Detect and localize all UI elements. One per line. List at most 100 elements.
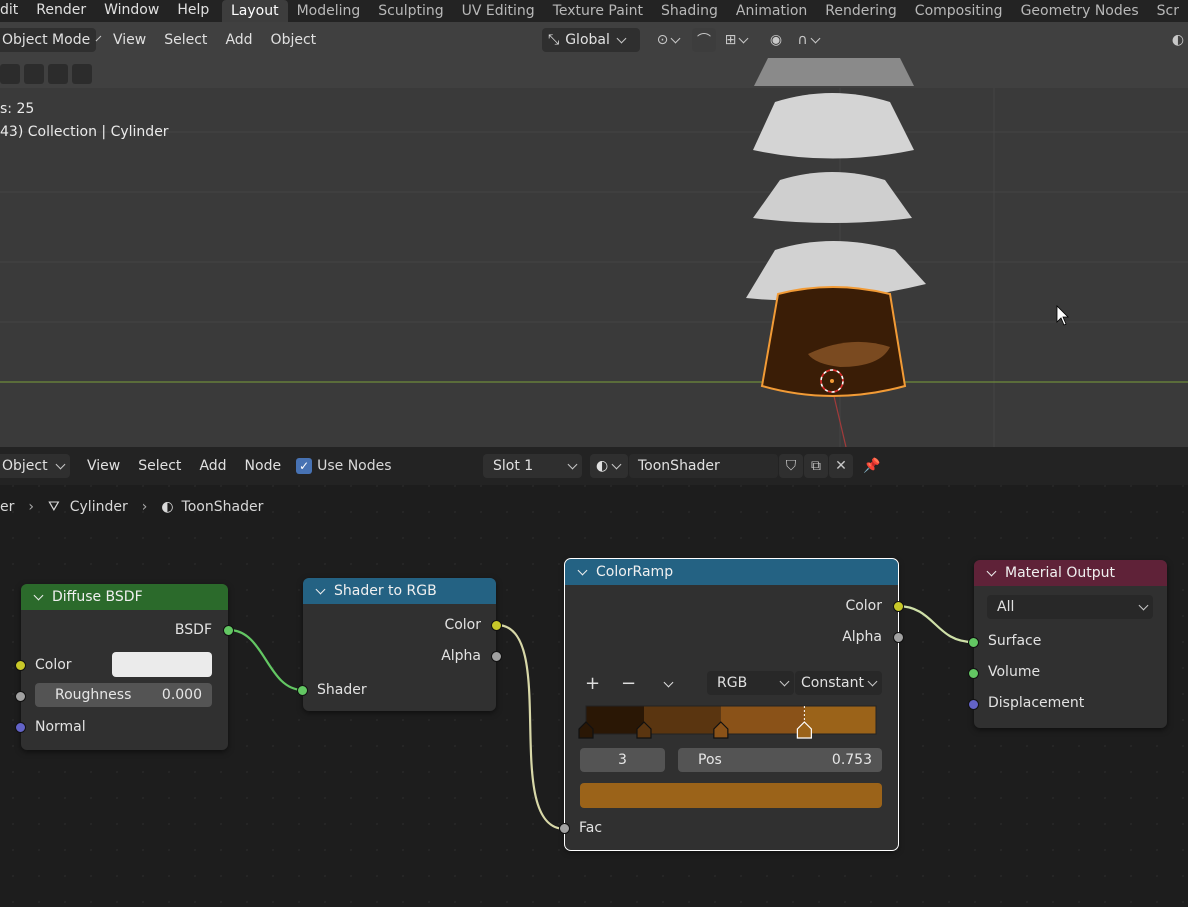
ramp-color-output-label: Color: [845, 598, 882, 614]
snap-toggle-icon[interactable]: ⌒: [692, 28, 716, 52]
menu-window[interactable]: Window: [95, 0, 168, 22]
viewport-info-frame: s: 25: [0, 101, 35, 117]
material-output-header[interactable]: Material Output: [974, 560, 1167, 586]
overlay-icon[interactable]: ◐: [1168, 28, 1188, 52]
tab-uv-editing[interactable]: UV Editing: [453, 0, 544, 22]
active-stop-color-swatch[interactable]: [580, 783, 882, 808]
3d-viewport[interactable]: Object Mode View Select Add Object ⤡ Glo…: [0, 22, 1188, 447]
viewport-header: Object Mode View Select Add Object ⤡ Glo…: [0, 22, 1188, 58]
surface-input-label: Surface: [988, 633, 1042, 649]
select-new-icon[interactable]: [0, 64, 20, 84]
tab-texture-paint[interactable]: Texture Paint: [544, 0, 652, 22]
snap-target-icon[interactable]: ⊞: [718, 28, 754, 52]
color-mode-dropdown[interactable]: RGB: [707, 671, 794, 695]
ramp-alpha-output-socket[interactable]: [893, 632, 904, 643]
roughness-field[interactable]: Roughness 0.000: [35, 683, 212, 707]
normal-input-socket[interactable]: [15, 722, 26, 733]
tab-scripting[interactable]: Scr: [1148, 0, 1188, 22]
volume-input-socket[interactable]: [968, 668, 979, 679]
ramp-band: [644, 706, 721, 734]
tab-modeling[interactable]: Modeling: [288, 0, 370, 22]
diffuse-bsdf-node[interactable]: Diffuse BSDF BSDF Color Roughness 0.000 …: [15, 584, 234, 750]
color-output-socket[interactable]: [491, 620, 502, 631]
colorramp-title: ColorRamp: [596, 564, 674, 580]
color-output-label: Color: [444, 617, 481, 633]
alpha-output-label: Alpha: [441, 648, 481, 664]
chevron-down-icon: [867, 676, 878, 686]
viewport-menu-view[interactable]: View: [104, 32, 155, 48]
tab-animation[interactable]: Animation: [727, 0, 816, 22]
ramp-alpha-output-label: Alpha: [842, 629, 882, 645]
roughness-value: 0.000: [161, 687, 202, 703]
viewport-scene: [0, 22, 1188, 447]
proportional-edit-icon[interactable]: ◉: [764, 28, 788, 52]
falloff-icon[interactable]: ∩: [790, 28, 826, 52]
shader-to-rgb-node[interactable]: Shader to RGB Color Alpha Shader: [297, 578, 502, 711]
select-mode-buttons: [0, 64, 92, 84]
collapse-chevron-icon[interactable]: [577, 565, 588, 575]
active-stop-index-field[interactable]: 3: [580, 748, 665, 772]
active-stop-index: 3: [618, 752, 627, 768]
alpha-output-socket[interactable]: [491, 651, 502, 662]
add-stop-button[interactable]: +: [585, 673, 600, 694]
viewport-menu-object[interactable]: Object: [262, 32, 326, 48]
select-subtract-icon[interactable]: [48, 64, 68, 84]
link-bsdf-to-shader: [228, 628, 304, 692]
pivot-point-icon[interactable]: ⊙: [650, 28, 686, 52]
material-output-node[interactable]: Material Output All Surface Volume Displ…: [968, 560, 1167, 728]
tab-shading[interactable]: Shading: [652, 0, 727, 22]
menu-render[interactable]: Render: [27, 0, 95, 22]
stop-position-label: Pos: [698, 752, 722, 768]
ramp-color-output-socket[interactable]: [893, 601, 904, 612]
interpolation-label: Constant: [801, 675, 864, 691]
viewport-menu-add[interactable]: Add: [216, 32, 261, 48]
viewport-info-collection: 43) Collection | Cylinder: [0, 124, 169, 140]
ramp-band: [586, 706, 644, 734]
fac-input-socket[interactable]: [559, 823, 570, 834]
colorramp-node[interactable]: ColorRamp Color Alpha + − RGB Constant 3…: [559, 558, 904, 851]
color-swatch[interactable]: [112, 652, 212, 677]
menu-help[interactable]: Help: [168, 0, 218, 22]
tab-compositing[interactable]: Compositing: [906, 0, 1012, 22]
interpolation-dropdown[interactable]: Constant: [795, 671, 882, 695]
diffuse-bsdf-header[interactable]: Diffuse BSDF: [21, 584, 228, 610]
fac-input-label: Fac: [579, 820, 603, 836]
color-ramp-widget[interactable]: [578, 704, 880, 744]
tab-layout[interactable]: Layout: [222, 0, 288, 22]
colorramp-header[interactable]: ColorRamp: [565, 559, 898, 585]
tab-rendering[interactable]: Rendering: [816, 0, 906, 22]
stop-position-field[interactable]: Pos 0.753: [678, 748, 882, 772]
render-target-dropdown[interactable]: All: [987, 595, 1153, 619]
ramp-specials-dropdown[interactable]: [663, 677, 674, 688]
ramp-band: [804, 706, 876, 734]
select-extend-icon[interactable]: [24, 64, 44, 84]
viewport-menu-select[interactable]: Select: [155, 32, 216, 48]
collapse-chevron-icon[interactable]: [33, 590, 44, 600]
roughness-input-socket[interactable]: [15, 691, 26, 702]
surface-input-socket[interactable]: [968, 637, 979, 648]
mode-dropdown[interactable]: Object Mode: [0, 28, 102, 52]
displacement-input-label: Displacement: [988, 695, 1085, 711]
tab-geometry-nodes[interactable]: Geometry Nodes: [1012, 0, 1148, 22]
shader-input-socket[interactable]: [297, 685, 308, 696]
collapse-chevron-icon[interactable]: [315, 584, 326, 594]
shader-node-editor[interactable]: Object View Select Add Node ✓ Use Nodes …: [0, 447, 1188, 907]
tab-sculpting[interactable]: Sculpting: [369, 0, 452, 22]
bsdf-output-socket[interactable]: [223, 625, 234, 636]
chevron-down-icon: [616, 33, 627, 43]
select-intersect-icon[interactable]: [72, 64, 92, 84]
menu-edit[interactable]: dit: [0, 0, 27, 22]
shader-to-rgb-header[interactable]: Shader to RGB: [303, 578, 496, 604]
top-bar: dit Render Window Help Layout Modeling S…: [0, 0, 1188, 22]
remove-stop-button[interactable]: −: [621, 673, 636, 694]
orientation-icon: ⤡: [548, 32, 560, 48]
color-input-socket[interactable]: [15, 660, 26, 671]
mode-label: Object Mode: [2, 32, 91, 48]
roughness-label: Roughness: [55, 687, 132, 703]
displacement-input-socket[interactable]: [968, 699, 979, 710]
ramp-band: [720, 706, 805, 734]
render-target-label: All: [997, 599, 1015, 615]
transform-orientation-dropdown[interactable]: ⤡ Global: [542, 28, 640, 52]
color-mode-label: RGB: [717, 675, 748, 691]
collapse-chevron-icon[interactable]: [986, 566, 997, 576]
